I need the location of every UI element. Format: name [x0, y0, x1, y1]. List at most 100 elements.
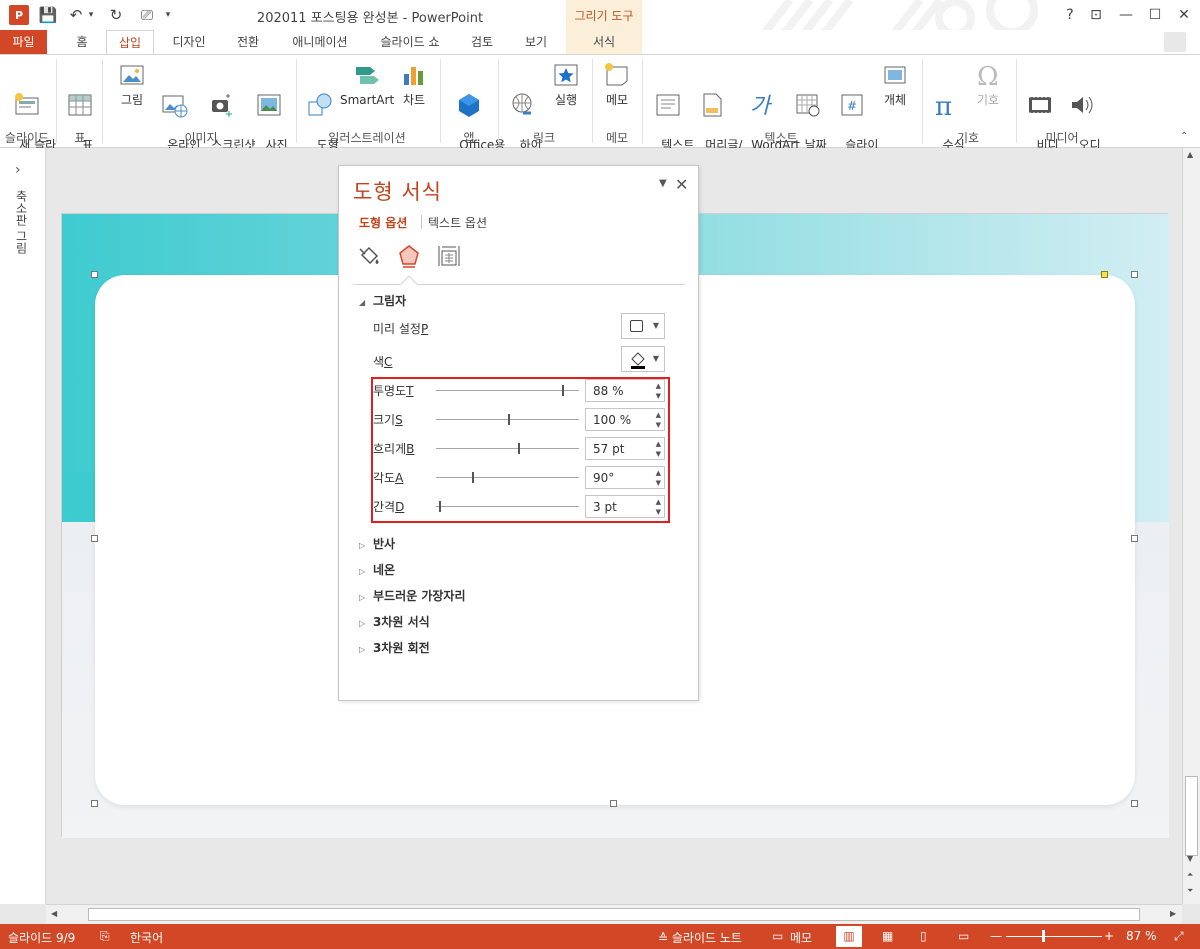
close-window-button[interactable]: ✕ [1170, 4, 1198, 26]
object-button[interactable]: 개체 [876, 59, 914, 108]
fit-slide-icon[interactable]: ⤢ [1174, 929, 1184, 944]
picture-button[interactable]: 그림 [112, 59, 152, 108]
spin-up-icon[interactable]: ▲ [656, 411, 661, 419]
zoom-slider[interactable] [1006, 936, 1102, 937]
collapse-ribbon-icon[interactable]: ⌃ [1180, 131, 1188, 142]
tab-review[interactable]: 검토 [462, 30, 502, 54]
spell-check-icon[interactable]: ⎘ [100, 929, 110, 944]
language-indicator[interactable]: 한국어 [130, 929, 163, 946]
section-3d-rotation[interactable]: ▷ 3차원 회전 [359, 639, 430, 656]
close-pane-icon[interactable]: ✕ [675, 175, 688, 194]
fill-line-icon[interactable] [355, 242, 383, 270]
user-avatar[interactable] [1164, 32, 1186, 52]
spin-up-icon[interactable]: ▲ [656, 382, 661, 390]
thumbnail-pane-label[interactable]: 축소판 그림 [13, 190, 30, 254]
resize-handle[interactable] [1131, 271, 1138, 278]
resize-handle[interactable] [91, 800, 98, 807]
section-shadow[interactable]: ◢ 그림자 [359, 292, 406, 309]
tab-home[interactable]: 홈 [64, 30, 100, 54]
effects-icon[interactable] [395, 242, 423, 270]
tab-design[interactable]: 디자인 [164, 30, 214, 54]
adjust-handle[interactable] [1101, 271, 1108, 278]
transparency-slider[interactable] [436, 390, 579, 391]
spin-down-icon[interactable]: ▼ [656, 508, 661, 516]
comments-button[interactable]: 메모 [790, 929, 812, 946]
smartart-button[interactable]: SmartArt [340, 59, 394, 108]
scroll-down-icon[interactable]: ▼ [1187, 854, 1193, 863]
next-slide-icon[interactable]: ⏷ [1187, 886, 1193, 896]
tab-slideshow[interactable]: 슬라이드 쇼 [370, 30, 450, 54]
slider-thumb[interactable] [438, 501, 441, 512]
spin-up-icon[interactable]: ▲ [656, 469, 661, 477]
chart-button[interactable]: 차트 [396, 59, 432, 108]
blur-spinner[interactable]: 57 pt ▲ ▼ [585, 437, 665, 460]
tab-transitions[interactable]: 전환 [226, 30, 270, 54]
slide-sorter-button[interactable]: ▦ [882, 929, 893, 943]
horizontal-scrollbar[interactable]: ◀ ▶ [46, 904, 1182, 924]
group-label-apps: 앱 [463, 131, 475, 145]
angle-slider[interactable] [436, 477, 579, 478]
tab-file[interactable]: 파일 [0, 30, 47, 54]
spin-up-icon[interactable]: ▲ [656, 440, 661, 448]
ribbon-display-options-button[interactable]: ⊡ [1082, 4, 1110, 26]
section-glow[interactable]: ▷ 네온 [359, 561, 395, 578]
zoom-out-icon[interactable]: — [990, 929, 1002, 943]
tab-format[interactable]: 서식 [566, 30, 642, 54]
zoom-in-icon[interactable]: + [1104, 929, 1114, 943]
normal-view-button[interactable]: ▥ [836, 926, 862, 947]
slider-thumb[interactable] [471, 472, 474, 483]
section-soft-edges[interactable]: ▷ 부드러운 가장자리 [359, 587, 466, 604]
comment-button[interactable]: 메모 [598, 59, 636, 108]
spin-down-icon[interactable]: ▼ [656, 392, 661, 400]
tab-insert[interactable]: 삽입 [106, 30, 154, 55]
slider-thumb[interactable] [507, 414, 510, 425]
size-spinner[interactable]: 100 % ▲ ▼ [585, 408, 665, 431]
resize-handle[interactable] [610, 800, 617, 807]
resize-handle[interactable] [1131, 800, 1138, 807]
zoom-slider-thumb[interactable] [1042, 930, 1045, 942]
slideshow-button[interactable]: ▭ [958, 929, 969, 943]
distance-slider[interactable] [436, 506, 579, 507]
expand-thumbnails-icon[interactable]: › [15, 162, 21, 178]
spin-down-icon[interactable]: ▼ [656, 450, 661, 458]
zoom-level[interactable]: 87 % [1126, 929, 1157, 943]
maximize-button[interactable]: ☐ [1141, 4, 1169, 26]
transparency-spinner[interactable]: 88 % ▲ ▼ [585, 379, 665, 402]
resize-handle[interactable] [91, 271, 98, 278]
angle-spinner[interactable]: 90° ▲ ▼ [585, 466, 665, 489]
resize-handle[interactable] [91, 535, 98, 542]
previous-slide-icon[interactable]: ⏶ [1187, 870, 1193, 880]
horizontal-scroll-thumb[interactable] [88, 908, 1140, 921]
minimize-button[interactable]: — [1112, 4, 1140, 26]
distance-spinner[interactable]: 3 pt ▲ ▼ [585, 495, 665, 518]
notes-button[interactable]: ≙ 슬라이드 노트 [658, 929, 742, 946]
help-button[interactable]: ? [1056, 4, 1084, 26]
spin-down-icon[interactable]: ▼ [656, 479, 661, 487]
tab-shape-options[interactable]: 도형 옵션 [359, 214, 407, 231]
pane-options-icon[interactable]: ▼ [659, 178, 667, 189]
scroll-up-icon[interactable]: ▲ [1187, 150, 1193, 159]
symbol-button[interactable]: Ω 기호 [968, 59, 1008, 108]
vertical-scroll-thumb[interactable] [1185, 776, 1198, 856]
spin-up-icon[interactable]: ▲ [656, 498, 661, 506]
scroll-right-icon[interactable]: ▶ [1170, 909, 1176, 918]
vertical-scrollbar[interactable]: ▲ ▼ ⏶ ⏷ [1182, 148, 1200, 904]
tab-animations[interactable]: 애니메이션 [280, 30, 360, 54]
size-properties-icon[interactable] [435, 242, 463, 270]
spin-down-icon[interactable]: ▼ [656, 421, 661, 429]
blur-slider[interactable] [436, 448, 579, 449]
comments-icon[interactable]: ▭ [772, 929, 783, 943]
slider-thumb[interactable] [517, 443, 520, 454]
reading-view-button[interactable]: ▯ [920, 929, 927, 943]
section-3d-format[interactable]: ▷ 3차원 서식 [359, 613, 430, 630]
shadow-color-dropdown[interactable]: ▼ [621, 346, 665, 372]
office-apps-icon [459, 94, 479, 117]
tab-view[interactable]: 보기 [514, 30, 558, 54]
section-reflection[interactable]: ▷ 반사 [359, 535, 395, 552]
tab-text-options[interactable]: 텍스트 옵션 [428, 214, 487, 231]
resize-handle[interactable] [1131, 535, 1138, 542]
shadow-preset-dropdown[interactable]: ▼ [621, 313, 665, 339]
slider-thumb[interactable] [561, 385, 564, 396]
scroll-left-icon[interactable]: ◀ [51, 909, 57, 918]
action-button[interactable]: 실행 [546, 59, 586, 108]
